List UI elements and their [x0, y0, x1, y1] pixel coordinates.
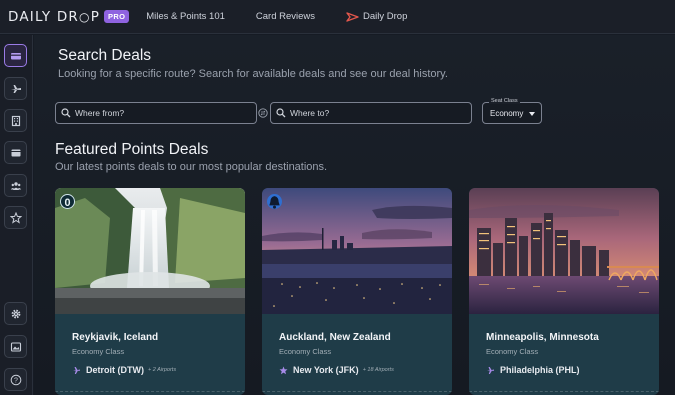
swap-icon[interactable] — [258, 108, 268, 118]
airport-name: New York (JFK) — [293, 365, 359, 375]
wallet-icon — [11, 149, 20, 156]
airport-extra: + 18 Airports — [362, 367, 394, 373]
card-image-waterfall: 0 — [55, 188, 245, 314]
seat-class-label: Seat Class — [489, 98, 520, 104]
card-image-minneapolis — [469, 188, 659, 314]
sidebar: ? — [0, 35, 33, 395]
card-icon — [10, 52, 21, 59]
deal-card-minneapolis[interactable]: Minneapolis, Minnesota Economy Class Phi… — [469, 188, 659, 395]
sidebar-item-settings[interactable] — [4, 302, 27, 325]
where-from-field[interactable] — [55, 102, 257, 124]
star-icon — [9, 211, 22, 224]
star-icon — [279, 366, 288, 374]
search-icon — [61, 108, 71, 118]
nav-card-reviews[interactable]: Card Reviews — [256, 11, 315, 22]
logo-text: DAILY DR○P — [8, 8, 101, 25]
card-airport: New York (JFK) + 18 Airports — [279, 365, 394, 375]
image-icon — [10, 341, 21, 352]
card-divider — [469, 391, 659, 392]
card-city: Reykjavik, Iceland — [72, 332, 159, 343]
svg-text:0: 0 — [64, 196, 70, 208]
nav-miles-points[interactable]: Miles & Points 101 — [146, 11, 225, 22]
sidebar-item-deals[interactable] — [4, 44, 27, 67]
seat-class-select[interactable]: Seat Class Economy — [482, 98, 542, 124]
sidebar-item-wallet[interactable] — [4, 141, 27, 164]
sidebar-item-favorites[interactable] — [4, 206, 27, 229]
card-class: Economy Class — [279, 347, 332, 356]
sidebar-item-help[interactable]: ? — [4, 368, 27, 391]
svg-text:?: ? — [14, 377, 18, 384]
nav-daily-drop-label: Daily Drop — [363, 11, 408, 22]
card-airport: Detroit (DTW) + 2 Airports — [72, 365, 176, 375]
card-city: Minneapolis, Minnesota — [486, 332, 599, 343]
nav-daily-drop[interactable]: Daily Drop — [346, 11, 407, 22]
people-icon — [10, 181, 21, 190]
hotel-icon — [11, 115, 20, 126]
deal-card-reykjavik[interactable]: 0 Reykjavik, Iceland Economy Class Detro… — [55, 188, 245, 395]
featured-deals-subtitle: Our latest points deals to our most popu… — [55, 161, 328, 173]
card-divider — [262, 391, 452, 392]
seat-class-value: Economy — [490, 109, 524, 118]
daily-drop-logo[interactable]: DAILY DR○P PRO — [8, 8, 130, 25]
top-bar: DAILY DR○P PRO Miles & Points 101 Card R… — [0, 0, 675, 34]
main-content: Search Deals Looking for a specific rout… — [34, 35, 675, 395]
chevron-down-icon — [529, 112, 535, 116]
zero-icon: 0 — [60, 194, 75, 209]
plane-icon — [73, 366, 80, 374]
help-icon: ? — [10, 374, 21, 385]
sidebar-item-gallery[interactable] — [4, 335, 27, 358]
settings-icon — [11, 309, 20, 318]
bell-icon — [267, 194, 282, 209]
deal-card-auckland[interactable]: Auckland, New Zealand Economy Class New … — [262, 188, 452, 395]
card-airport: Philadelphia (PHL) — [486, 365, 584, 375]
plane-icon — [10, 84, 21, 93]
featured-deals-title: Featured Points Deals — [55, 141, 209, 158]
plane-icon — [487, 366, 494, 374]
search-icon — [276, 108, 286, 118]
card-divider — [55, 391, 245, 392]
where-to-input[interactable] — [290, 108, 450, 118]
daily-drop-logo-icon — [346, 11, 359, 22]
airport-extra: + 2 Airports — [148, 367, 177, 373]
sidebar-item-people[interactable] — [4, 174, 27, 197]
sidebar-item-hotels[interactable] — [4, 109, 27, 132]
where-from-input[interactable] — [75, 108, 235, 118]
card-image-auckland — [262, 188, 452, 314]
card-city: Auckland, New Zealand — [279, 332, 391, 343]
card-class: Economy Class — [72, 347, 125, 356]
airport-name: Philadelphia (PHL) — [500, 365, 580, 375]
search-deals-title: Search Deals — [58, 47, 152, 64]
pro-badge: PRO — [104, 10, 130, 23]
airport-name: Detroit (DTW) — [86, 365, 144, 375]
card-class: Economy Class — [486, 347, 539, 356]
sidebar-item-flights[interactable] — [4, 77, 27, 100]
where-to-field[interactable] — [270, 102, 472, 124]
search-deals-subtitle: Looking for a specific route? Search for… — [58, 68, 448, 80]
main-nav: Miles & Points 101 Card Reviews Daily Dr… — [146, 11, 438, 22]
